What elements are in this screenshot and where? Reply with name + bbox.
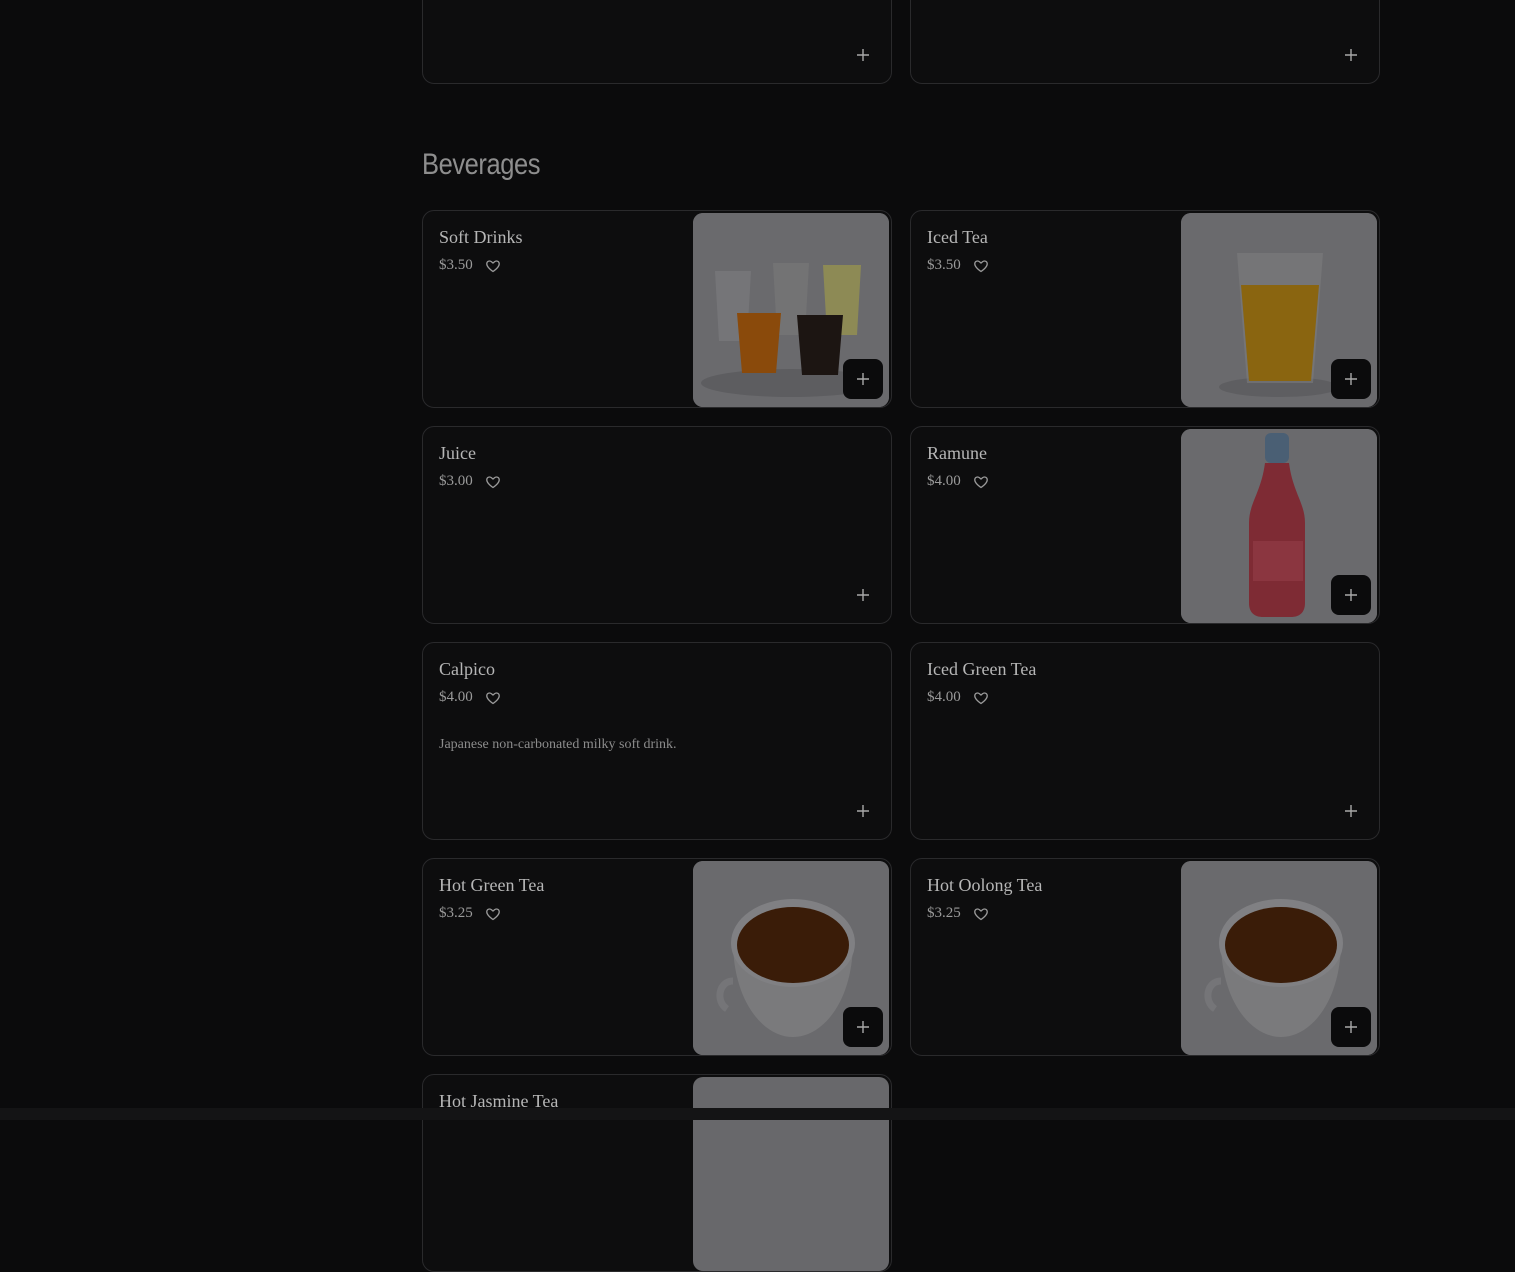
item-name: Hot Green Tea xyxy=(439,875,545,895)
item-name: Juice xyxy=(439,443,476,463)
price-row: $4.00 xyxy=(927,473,989,490)
menu-item-card[interactable]: Soft Drinks $3.50 xyxy=(422,210,892,408)
item-name: Hot Oolong Tea xyxy=(927,875,1043,895)
item-price: $3.25 xyxy=(439,905,473,921)
menu-item-card[interactable]: Ramune $4.00 xyxy=(910,426,1380,624)
add-to-cart-button[interactable] xyxy=(1331,575,1371,615)
menu-item-card[interactable] xyxy=(422,0,892,84)
price-row: $3.50 xyxy=(927,257,989,274)
item-name: Calpico xyxy=(439,659,495,679)
section-title: Beverages xyxy=(422,148,541,181)
heart-icon[interactable] xyxy=(485,474,501,490)
plus-icon xyxy=(857,49,869,61)
plus-icon xyxy=(857,805,869,817)
heart-icon[interactable] xyxy=(973,474,989,490)
add-to-cart-button[interactable] xyxy=(1331,35,1371,75)
item-price: $3.50 xyxy=(927,257,961,273)
bottom-bar xyxy=(0,1108,1515,1120)
heart-icon[interactable] xyxy=(973,906,989,922)
menu-item-card[interactable]: Hot Jasmine Tea xyxy=(422,1074,892,1272)
item-name: Iced Green Tea xyxy=(927,659,1037,679)
price-row: $3.50 xyxy=(439,257,501,274)
item-price: $4.00 xyxy=(927,689,961,705)
plus-icon xyxy=(857,1021,869,1033)
plus-icon xyxy=(1345,1021,1357,1033)
menu-item-card[interactable]: Iced Tea $3.50 xyxy=(910,210,1380,408)
plus-icon xyxy=(1345,805,1357,817)
add-to-cart-button[interactable] xyxy=(843,35,883,75)
item-price: $3.00 xyxy=(439,473,473,489)
price-row: $3.00 xyxy=(439,473,501,490)
heart-icon[interactable] xyxy=(973,258,989,274)
plus-icon xyxy=(857,373,869,385)
menu-item-card[interactable]: Juice $3.00 xyxy=(422,426,892,624)
add-to-cart-button[interactable] xyxy=(843,575,883,615)
item-name: Iced Tea xyxy=(927,227,988,247)
item-price: $4.00 xyxy=(439,689,473,705)
add-to-cart-button[interactable] xyxy=(843,359,883,399)
add-to-cart-button[interactable] xyxy=(1331,1007,1371,1047)
plus-icon xyxy=(1345,49,1357,61)
plus-icon xyxy=(1345,589,1357,601)
menu-item-card[interactable]: Hot Green Tea $3.25 xyxy=(422,858,892,1056)
heart-icon[interactable] xyxy=(485,690,501,706)
price-row: $3.25 xyxy=(439,905,501,922)
menu-item-card[interactable]: Iced Green Tea $4.00 xyxy=(910,642,1380,840)
plus-icon xyxy=(1345,373,1357,385)
heart-icon[interactable] xyxy=(485,906,501,922)
plus-icon xyxy=(857,589,869,601)
item-name: Soft Drinks xyxy=(439,227,523,247)
item-price: $3.50 xyxy=(439,257,473,273)
add-to-cart-button[interactable] xyxy=(1331,791,1371,831)
add-to-cart-button[interactable] xyxy=(843,791,883,831)
item-price: $4.00 xyxy=(927,473,961,489)
menu-item-card[interactable]: Calpico $4.00 Japanese non-carbonated mi… xyxy=(422,642,892,840)
heart-icon[interactable] xyxy=(485,258,501,274)
item-description: Japanese non-carbonated milky soft drink… xyxy=(439,737,677,752)
price-row: $4.00 xyxy=(927,689,989,706)
add-to-cart-button[interactable] xyxy=(1331,359,1371,399)
price-row: $3.25 xyxy=(927,905,989,922)
price-row: $4.00 xyxy=(439,689,501,706)
item-name: Ramune xyxy=(927,443,987,463)
menu-item-card[interactable] xyxy=(910,0,1380,84)
item-price: $3.25 xyxy=(927,905,961,921)
menu-item-card[interactable]: Hot Oolong Tea $3.25 xyxy=(910,858,1380,1056)
heart-icon[interactable] xyxy=(973,690,989,706)
item-photo xyxy=(693,1077,889,1271)
add-to-cart-button[interactable] xyxy=(843,1007,883,1047)
